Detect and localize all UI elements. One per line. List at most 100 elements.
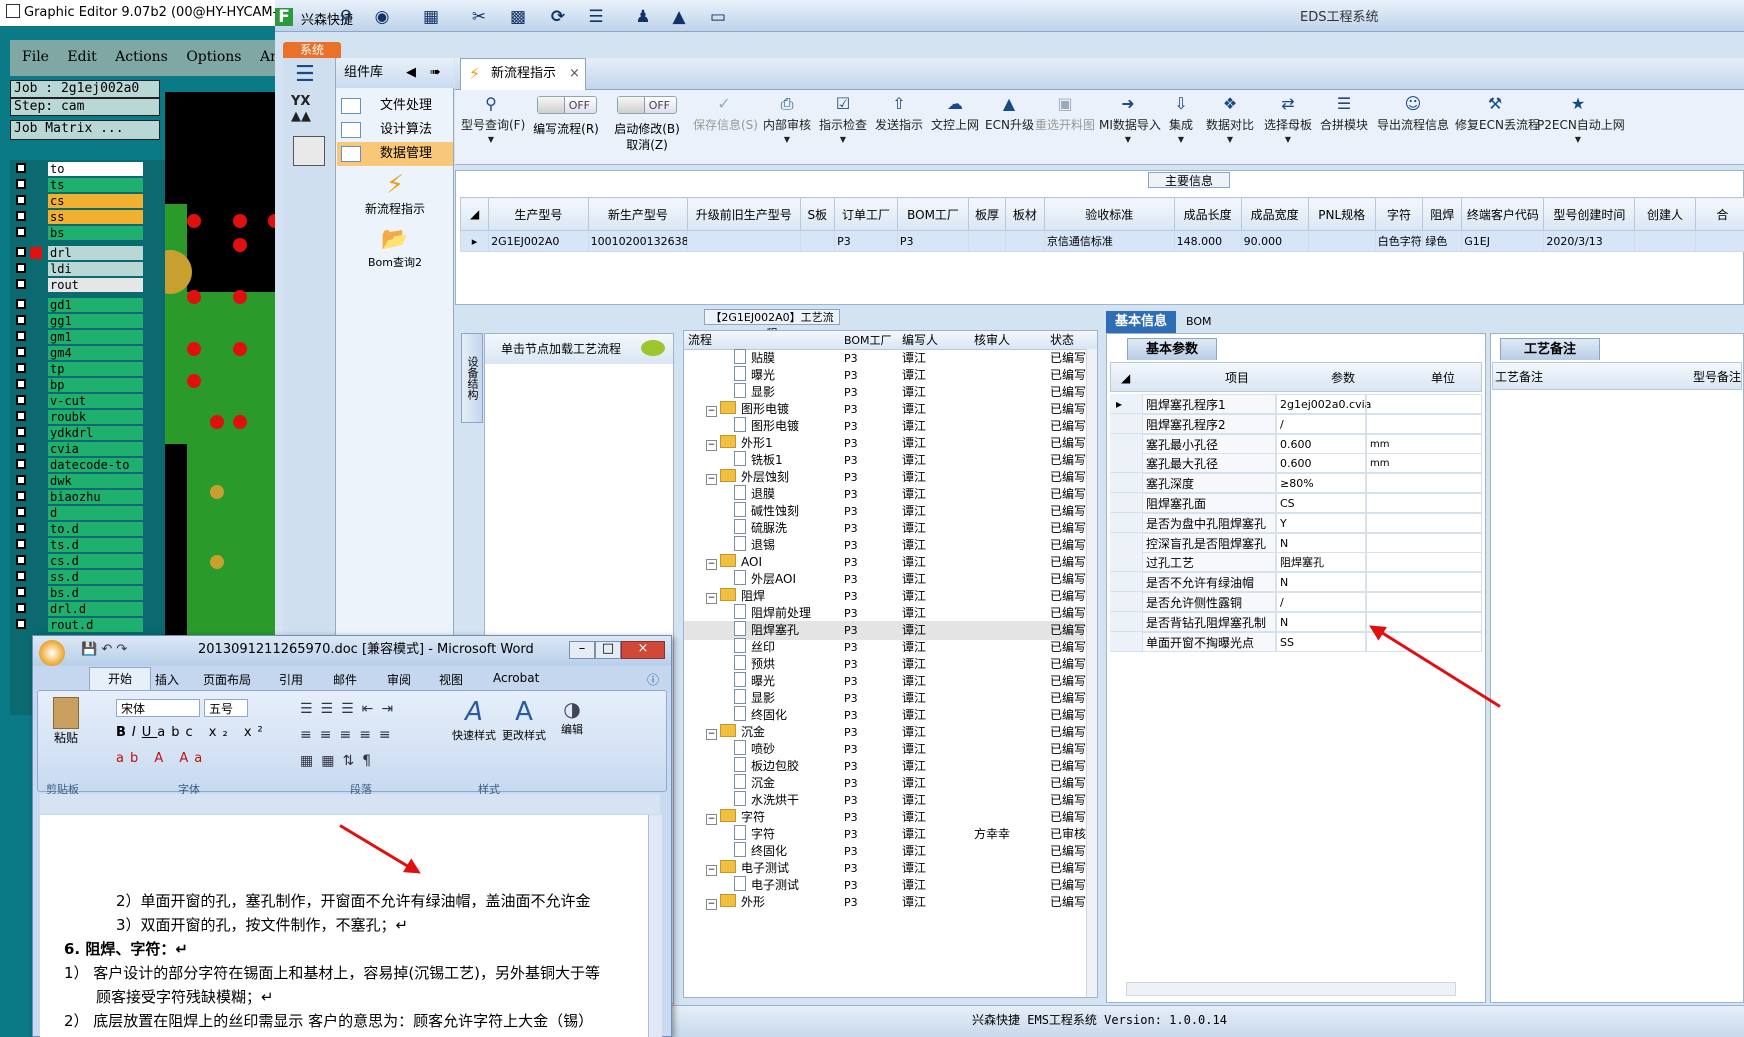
paragraph-misc-buttons[interactable]: ▦▦⇅¶ [300,753,379,769]
param-value[interactable]: CS [1276,493,1366,513]
monitor-icon[interactable]: ▭ [707,8,729,26]
grid-icon[interactable]: ☰ [585,8,607,26]
table-cell[interactable]: P3 [834,230,898,252]
layer-checkbox[interactable] [16,523,26,533]
param-value[interactable]: N [1276,532,1366,553]
tab-acrobat[interactable]: Acrobat [493,671,539,685]
close-icon[interactable]: × [621,641,665,659]
layer-checkbox[interactable] [16,299,26,309]
tab-references[interactable]: 引用 [279,671,303,688]
paragraph-list-buttons[interactable]: ☰☰☰⇤⇥ [300,701,401,717]
p2ecn-online-button[interactable]: ★ P2ECN自动上网 ▼ [1537,90,1625,165]
layer-checkbox[interactable] [16,539,26,549]
tab-review[interactable]: 审阅 [387,671,411,688]
minimize-icon[interactable]: – [569,641,595,659]
layer-checkbox[interactable] [16,443,26,453]
expand-toggle-icon[interactable]: − [706,406,717,417]
scissors-icon[interactable]: ✂ [468,8,490,26]
menu-actions[interactable]: Actions [115,49,168,65]
process-scrollbar[interactable] [1086,349,1097,997]
param-row[interactable]: 塞孔最大孔径 0.600 mm [1110,453,1482,474]
equipment-structure-tab[interactable]: 设备结构 [461,333,483,423]
quick-access-icons[interactable]: 💾 ↶ ↷ [81,636,127,664]
doc-control-online-button[interactable]: ☁ 文控上网 [929,90,981,165]
layer-row[interactable]: to [10,162,165,176]
table-cell[interactable] [687,230,801,252]
word-vscroll[interactable] [648,815,662,1037]
layer-row[interactable]: biaozhu [10,490,165,504]
tab-page-layout[interactable]: 页面布局 [203,671,251,688]
param-value[interactable]: / [1276,592,1366,612]
layer-row[interactable]: drl [10,246,165,260]
layer-row[interactable]: gd1 [10,298,165,312]
layer-checkbox[interactable] [16,459,26,469]
integrate-button[interactable]: ⇩ 集成 ▼ [1161,90,1201,165]
table-cell[interactable]: 京信通信标准 [1043,230,1175,252]
globe-icon[interactable]: ◉ [371,8,393,26]
instruction-check-button[interactable]: ☑ 指示检查 ▼ [817,90,869,165]
expand-toggle-icon[interactable]: − [706,440,717,451]
menu-file[interactable]: File [22,49,49,65]
expand-toggle-icon[interactable]: − [706,865,717,876]
font-format-buttons[interactable]: BIUabc x₂ x² [116,725,269,740]
layer-checkbox[interactable] [16,279,26,289]
param-row[interactable]: 过孔工艺 阻焊塞孔 [1110,552,1482,573]
column-header[interactable]: 升级前旧生产型号 [687,197,801,231]
collapse-left-icon[interactable]: ◀ [406,58,416,88]
param-value[interactable]: ≥80% [1276,473,1366,494]
param-value[interactable]: / [1276,413,1366,434]
column-header[interactable]: 阻焊 [1422,197,1463,231]
layer-checkbox[interactable] [16,315,26,325]
layer-row[interactable]: gm4 [10,346,165,360]
layer-checkbox[interactable] [16,363,26,373]
ecn-upgrade-button[interactable]: ▲ ECN升级 [985,90,1034,165]
quick-style-button[interactable]: A 快速样式 [450,697,498,757]
column-header[interactable]: 新生产型号 [587,197,689,231]
change-style-button[interactable]: A 更改样式 [500,697,548,757]
tab-new-process[interactable]: ⚡ 新流程指示 × [460,58,586,90]
column-header[interactable]: 创建人 [1634,197,1696,231]
table-cell[interactable] [799,230,836,252]
layer-checkbox[interactable] [16,603,26,613]
layer-row[interactable]: bs.d [10,586,165,600]
layer-row[interactable]: bs [10,226,165,240]
tab-basic-info[interactable]: 基本信息 [1106,311,1176,333]
user-icon[interactable]: ♟ [632,8,654,26]
expand-toggle-icon[interactable]: − [706,474,717,485]
layer-checkbox[interactable] [16,331,26,341]
library-item-data-management[interactable]: 数据管理 [337,142,453,166]
param-value[interactable]: Y [1276,512,1366,533]
column-header[interactable]: 成品长度 [1173,197,1242,231]
expand-toggle-icon[interactable]: − [706,814,717,825]
table-cell[interactable] [1634,230,1696,252]
film-icon[interactable]: ▩ [507,8,529,26]
layer-checkbox[interactable] [16,571,26,581]
reselect-cutting-button[interactable]: ▣ 重选开料图 [1035,90,1095,165]
menu-edit[interactable]: Edit [67,49,96,65]
internal-review-button[interactable]: ⎙ 内部审核 ▼ [761,90,813,165]
search-icon[interactable]: ⚲ [335,8,357,26]
tab-process-remarks[interactable]: 工艺备注 [1500,338,1600,360]
layer-row[interactable]: gm1 [10,330,165,344]
calculator-icon[interactable] [293,136,325,166]
save-info-button[interactable]: ✓ 保存信息(S) [693,90,758,165]
column-header[interactable]: 板厚 [968,197,1006,231]
select-motherboard-button[interactable]: ⇄ 选择母板 ▼ [1261,90,1315,165]
layer-row[interactable]: cvia [10,442,165,456]
layer-checkbox[interactable] [16,379,26,389]
param-value[interactable]: 阻焊塞孔 [1276,552,1366,573]
send-instruction-button[interactable]: ⇧ 发送指示 [873,90,925,165]
system-tab[interactable]: 系统 [283,42,341,59]
layer-checkbox[interactable] [16,555,26,565]
edit-button[interactable]: ◑ 编辑 [552,697,592,757]
layer-checkbox[interactable] [16,163,26,173]
export-process-button[interactable]: ☺ 导出流程信息 [1375,90,1451,165]
layer-checkbox[interactable] [16,263,26,273]
chart-icon[interactable]: ▲ [668,8,690,26]
speech-bubble-icon[interactable] [641,340,665,356]
layer-row[interactable]: gg1 [10,314,165,328]
paragraph-align-buttons[interactable]: ≡≡≡≡≡ [300,727,399,743]
table-cell[interactable] [968,230,1006,252]
param-row[interactable]: 单面开窗不掏曝光点 SS [1110,631,1482,652]
layer-row[interactable]: datecode-to [10,458,165,472]
